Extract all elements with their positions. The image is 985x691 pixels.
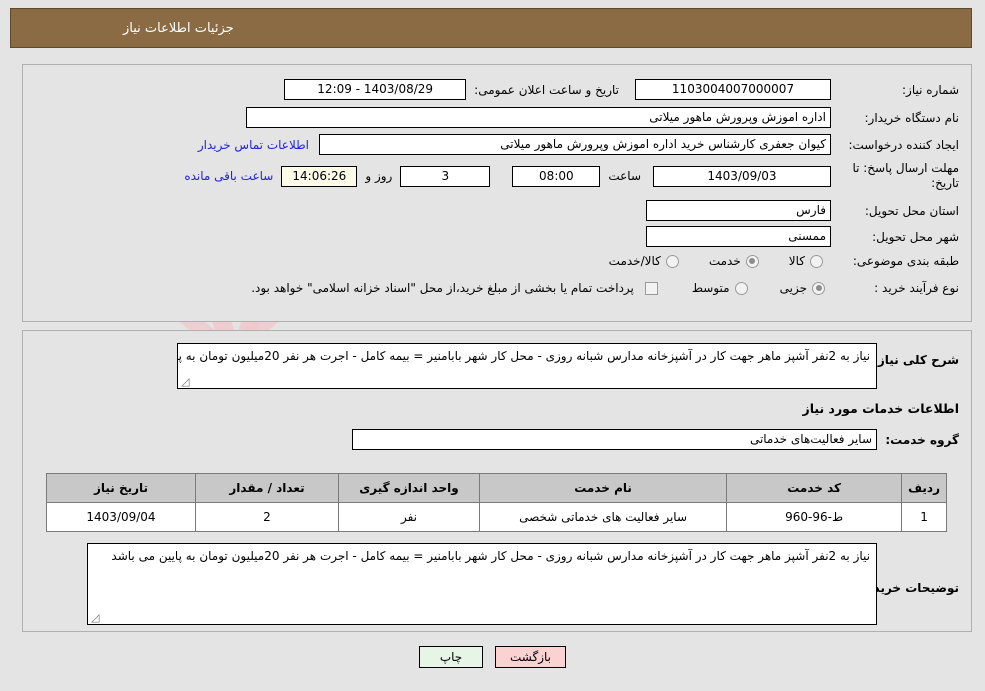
announce-datetime-label: تاریخ و ساعت اعلان عمومی: xyxy=(474,82,619,97)
deadline-time-value: 08:00 xyxy=(512,165,601,187)
field-city: شهر محل تحویل: ممسنی xyxy=(646,226,959,247)
city-label: شهر محل تحویل: xyxy=(872,229,959,244)
radio-category-khedmat-control[interactable] xyxy=(745,254,759,268)
field-requester: ایجاد کننده درخواست: کیوان جعفری کارشناس… xyxy=(198,134,959,155)
back-button[interactable]: بازگشت xyxy=(495,646,566,668)
need-number-label: شماره نیاز: xyxy=(902,82,959,97)
cell-need-date: 1403/09/04 xyxy=(46,502,196,532)
field-category: طبقه بندی موضوعی: کالا خدمت کالا/خدمت xyxy=(609,254,959,268)
purchase-type-label: نوع فرآیند خرید : xyxy=(874,281,959,295)
col-unit: واحد اندازه گیری xyxy=(338,473,480,503)
radio-category-khedmat[interactable]: خدمت xyxy=(709,254,759,268)
col-quantity: تعداد / مقدار xyxy=(195,473,339,503)
radio-category-kala-khedmat-control[interactable] xyxy=(665,254,679,268)
radio-category-kala-khedmat-label: کالا/خدمت xyxy=(608,254,661,268)
buyer-notes-text-value: نیاز به 2نفر آشپز ماهر جهت کار در آشپزخا… xyxy=(111,549,870,563)
col-service-code: کد خدمت xyxy=(726,473,903,503)
field-deadline-date: مهلت ارسال پاسخ: تا تاریخ: 1403/09/03 سا… xyxy=(184,161,959,191)
table-header-row: ردیف کد خدمت نام خدمت واحد اندازه گیری ت… xyxy=(46,473,947,503)
province-label: استان محل تحویل: xyxy=(864,203,959,218)
field-need-summary: شرح کلی نیاز: نیاز به 2نفر آشپز ماهر جهت… xyxy=(177,343,959,389)
need-number-value: 1103004007000007 xyxy=(635,79,831,100)
resize-grip-icon[interactable]: ◺ xyxy=(181,375,191,388)
requester-label: ایجاد کننده درخواست: xyxy=(848,137,959,152)
cell-service-name: سایر فعالیت های خدماتی شخصی xyxy=(478,502,728,532)
category-label: طبقه بندی موضوعی: xyxy=(852,254,959,268)
radio-purchase-jozi[interactable]: جزیی xyxy=(780,281,825,295)
cell-service-code: ط-96-960 xyxy=(726,502,903,532)
buyer-org-label: نام دستگاه خریدار: xyxy=(864,110,960,125)
need-details-panel: شرح کلی نیاز: نیاز به 2نفر آشپز ماهر جهت… xyxy=(22,330,972,632)
checkbox-treasury-note-control[interactable] xyxy=(644,281,658,295)
footer-buttons: بازگشت چاپ xyxy=(0,646,985,668)
deadline-countdown-value: 14:06:26 xyxy=(281,165,358,187)
radio-purchase-motavaset-label: متوسط xyxy=(691,281,730,295)
print-button[interactable]: چاپ xyxy=(419,646,483,668)
radio-category-khedmat-label: خدمت xyxy=(708,254,741,268)
field-buyer-org: نام دستگاه خریدار: اداره اموزش وپرورش ما… xyxy=(246,107,959,128)
need-summary-label: شرح کلی نیاز: xyxy=(873,353,959,367)
field-province: استان محل تحویل: فارس xyxy=(646,200,959,221)
cell-unit: نفر xyxy=(338,502,480,532)
radio-category-kala-label: کالا xyxy=(788,254,805,268)
field-buyer-notes: توضیحات خریدار: نیاز به 2نفر آشپز ماهر ج… xyxy=(87,543,959,625)
deadline-days-suffix: روز و xyxy=(365,169,393,183)
radio-category-kala-khedmat[interactable]: کالا/خدمت xyxy=(609,254,679,268)
deadline-time-label: ساعت xyxy=(608,169,641,183)
radio-purchase-motavaset-control[interactable] xyxy=(734,281,748,295)
radio-category-kala-control[interactable] xyxy=(810,254,823,268)
radio-purchase-jozi-label: جزیی xyxy=(779,281,807,295)
checkbox-treasury-note[interactable]: پرداخت تمام یا بخشی از مبلغ خرید،از محل … xyxy=(251,281,658,295)
page-title-bar: جزئیات اطلاعات نیاز xyxy=(10,8,972,48)
buyer-notes-label: توضیحات خریدار: xyxy=(857,581,959,595)
services-section-heading: اطلاعات خدمات مورد نیاز xyxy=(802,401,960,416)
cell-quantity: 2 xyxy=(195,502,339,532)
field-service-group: گروه خدمت: سایر فعالیت‌های خدماتی xyxy=(352,429,959,450)
buyer-org-value: اداره اموزش وپرورش ماهور میلاتی xyxy=(246,107,831,128)
need-summary-text[interactable]: نیاز به 2نفر آشپز ماهر جهت کار در آشپزخا… xyxy=(177,343,877,389)
checkbox-treasury-note-label: پرداخت تمام یا بخشی از مبلغ خرید،از محل … xyxy=(251,281,634,295)
deadline-countdown-suffix: ساعت باقی مانده xyxy=(184,169,274,183)
deadline-days-value: 3 xyxy=(400,165,491,187)
need-info-panel: شماره نیاز: 1103004007000007 تاریخ و ساع… xyxy=(22,64,972,322)
service-group-label: گروه خدمت: xyxy=(885,432,959,447)
city-value: ممسنی xyxy=(646,226,831,247)
field-announce-datetime: تاریخ و ساعت اعلان عمومی: 1403/08/29 - 1… xyxy=(284,79,619,100)
announce-datetime-value: 1403/08/29 - 12:09 xyxy=(284,79,467,100)
buyer-notes-text[interactable]: نیاز به 2نفر آشپز ماهر جهت کار در آشپزخا… xyxy=(87,543,877,625)
radio-purchase-motavaset[interactable]: متوسط xyxy=(692,281,748,295)
page-title: جزئیات اطلاعات نیاز xyxy=(123,20,234,36)
requester-value: کیوان جعفری کارشناس خرید اداره اموزش وپر… xyxy=(319,134,831,155)
buyer-contact-link[interactable]: اطلاعات تماس خریدار xyxy=(198,138,309,152)
radio-category-kala[interactable]: کالا xyxy=(789,254,823,268)
services-table: ردیف کد خدمت نام خدمت واحد اندازه گیری ت… xyxy=(46,473,947,532)
col-need-date: تاریخ نیاز xyxy=(46,473,196,503)
col-row-no: ردیف xyxy=(901,473,947,503)
col-service-name: نام خدمت xyxy=(478,473,728,503)
radio-purchase-jozi-control[interactable] xyxy=(812,281,825,295)
deadline-label: مهلت ارسال پاسخ: تا تاریخ: xyxy=(852,161,959,190)
deadline-date-value: 1403/09/03 xyxy=(653,165,831,187)
need-summary-text-value: نیاز به 2نفر آشپز ماهر جهت کار در آشپزخا… xyxy=(178,349,870,363)
resize-grip-icon-2[interactable]: ◺ xyxy=(91,611,101,624)
table-row: 1 ط-96-960 سایر فعالیت های خدماتی شخصی ن… xyxy=(46,502,947,532)
field-purchase-type: نوع فرآیند خرید : جزیی متوسط پرداخت تمام… xyxy=(251,281,959,295)
service-group-value: سایر فعالیت‌های خدماتی xyxy=(352,429,877,450)
field-need-number: شماره نیاز: 1103004007000007 xyxy=(635,79,959,100)
cell-row-no: 1 xyxy=(901,502,947,532)
province-value: فارس xyxy=(646,200,831,221)
